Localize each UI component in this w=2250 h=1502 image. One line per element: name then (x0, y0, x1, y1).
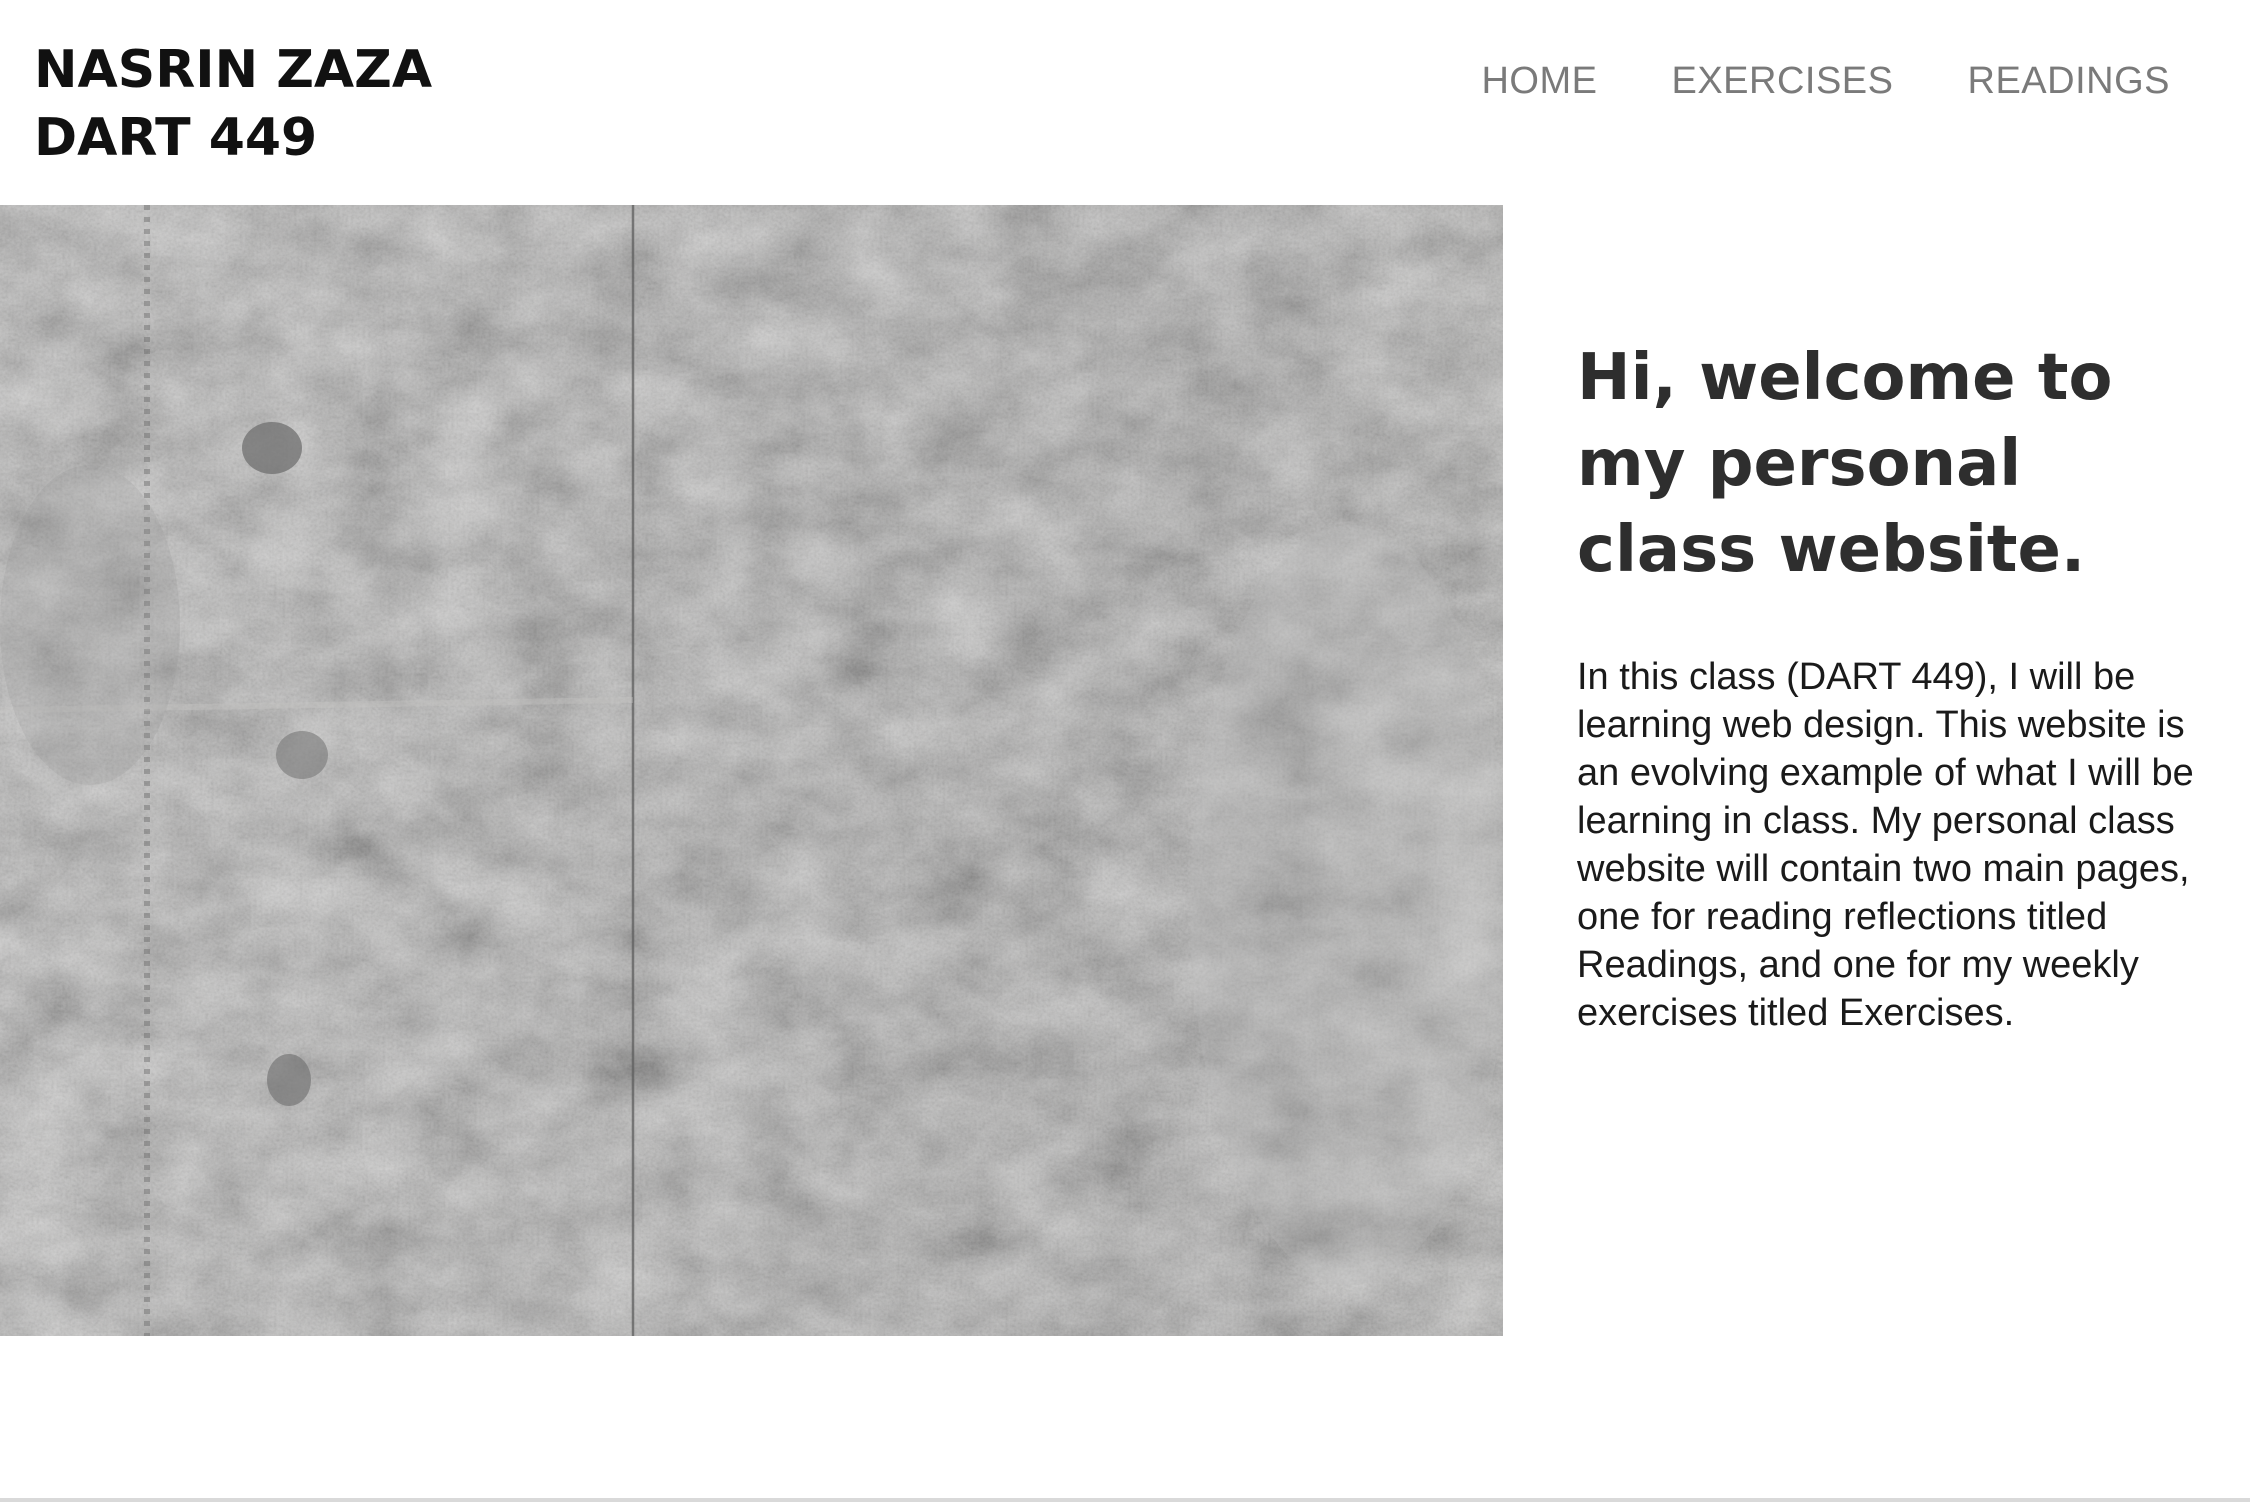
welcome-heading: Hi, welcome to my personal class website… (1577, 341, 2113, 587)
main-nav: HOME EXERCISES READINGS (1481, 56, 2170, 106)
brand-course: DART 449 (34, 108, 318, 168)
page: NASRIN ZAZA DART 449 HOME EXERCISES READ… (0, 0, 2250, 1502)
intro-paragraph: In this class (DART 449), I will be lear… (1577, 656, 2194, 1034)
site-brand[interactable]: NASRIN ZAZA DART 449 (34, 36, 432, 172)
hero-concrete-image (0, 205, 1503, 1336)
intro-section: Hi, welcome to my personal class website… (1577, 335, 2197, 1037)
brand-name: NASRIN ZAZA (34, 40, 433, 100)
nav-exercises-link[interactable]: EXERCISES (1671, 56, 1893, 106)
bottom-divider (0, 1498, 2250, 1502)
nav-readings-link[interactable]: READINGS (1968, 56, 2170, 106)
nav-home-link[interactable]: HOME (1481, 56, 1597, 106)
